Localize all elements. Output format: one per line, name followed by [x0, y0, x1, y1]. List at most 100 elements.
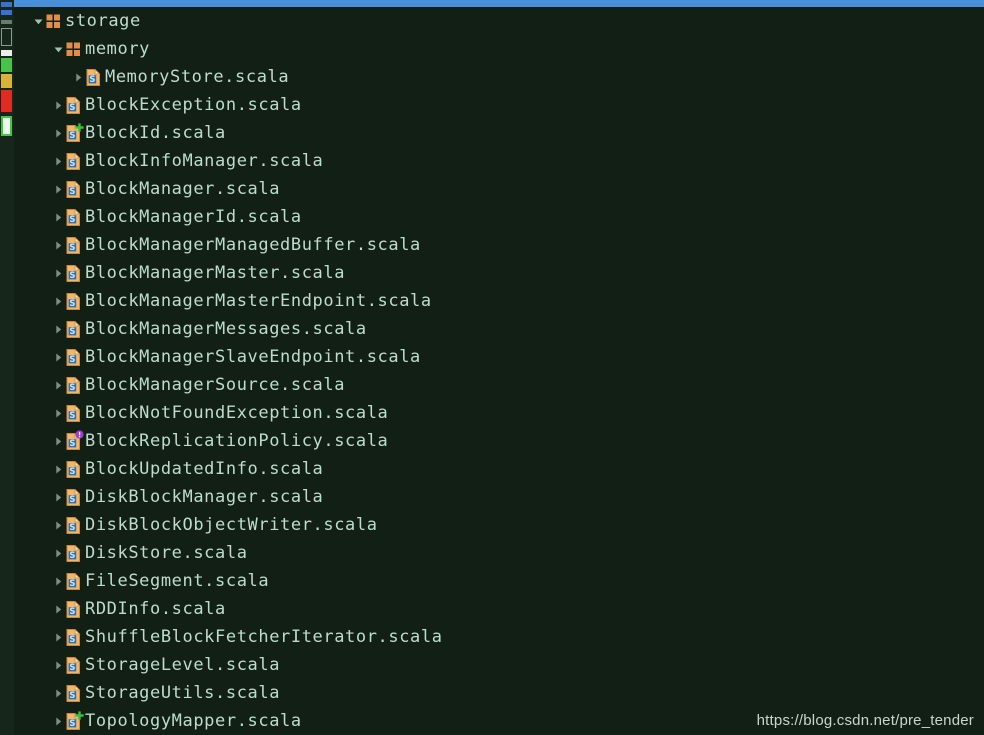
tree-row[interactable]: S DiskBlockObjectWriter.scala [14, 511, 984, 539]
tree-row[interactable]: S ShuffleBlockFetcherIterator.scala [14, 623, 984, 651]
tree-row[interactable]: S BlockManager.scala [14, 175, 984, 203]
tree-row[interactable]: S BlockManagerSource.scala [14, 371, 984, 399]
chevron-right-icon[interactable] [70, 63, 86, 91]
marker-green-2[interactable] [1, 116, 12, 136]
scala-file-icon: S [66, 231, 84, 259]
tree-row-label: BlockManagerMessages.scala [85, 319, 367, 339]
tree-row-label: TopologyMapper.scala [85, 711, 302, 731]
tree-row[interactable]: S DiskStore.scala [14, 539, 984, 567]
chevron-right-icon[interactable] [50, 427, 66, 455]
marker-blue-2[interactable] [1, 10, 12, 15]
tree-row-label: BlockManagerMaster.scala [85, 263, 346, 283]
marker-blue-1[interactable] [1, 2, 12, 7]
tree-row[interactable]: S StorageLevel.scala [14, 651, 984, 679]
tree-row[interactable]: S StorageUtils.scala [14, 679, 984, 707]
tree-row[interactable]: S RDDInfo.scala [14, 595, 984, 623]
marker-red-1[interactable] [1, 90, 12, 112]
svg-text:S: S [69, 242, 75, 252]
chevron-right-icon[interactable] [50, 315, 66, 343]
tree-row[interactable]: S BlockUpdatedInfo.scala [14, 455, 984, 483]
scala-file-icon: S [66, 287, 84, 315]
svg-text:S: S [69, 438, 75, 448]
chevron-right-icon[interactable] [50, 175, 66, 203]
chevron-right-icon[interactable] [50, 343, 66, 371]
marker-white-1[interactable] [1, 50, 12, 56]
marker-amber-1[interactable] [1, 74, 12, 88]
marker-gray-1[interactable] [1, 20, 12, 24]
chevron-right-icon[interactable] [50, 231, 66, 259]
scala-file-icon: S [66, 623, 84, 651]
chevron-right-icon[interactable] [50, 595, 66, 623]
scala-file-icon: S [66, 259, 84, 287]
tree-row[interactable]: S BlockException.scala [14, 91, 984, 119]
vcs-marker-gutter[interactable] [0, 0, 14, 735]
chevron-right-icon[interactable] [50, 119, 66, 147]
tree-row[interactable]: memory [14, 35, 984, 63]
scala-file-icon: S [66, 203, 84, 231]
svg-text:S: S [69, 634, 75, 644]
tree-row[interactable]: S BlockInfoManager.scala [14, 147, 984, 175]
chevron-right-icon[interactable] [50, 371, 66, 399]
chevron-right-icon[interactable] [50, 399, 66, 427]
chevron-right-icon[interactable] [50, 287, 66, 315]
chevron-right-icon[interactable] [50, 651, 66, 679]
tree-row[interactable]: storage [14, 7, 984, 35]
tree-row[interactable]: S BlockManagerId.scala [14, 203, 984, 231]
scala-file-icon: S [66, 343, 84, 371]
tree-row-label: ShuffleBlockFetcherIterator.scala [85, 627, 443, 647]
tree-row[interactable]: S BlockManagerSlaveEndpoint.scala [14, 343, 984, 371]
chevron-down-icon[interactable] [50, 35, 66, 63]
tree-row[interactable]: S BlockManagerMaster.scala [14, 259, 984, 287]
scala-file-icon: S [66, 147, 84, 175]
tree-row-label: BlockNotFoundException.scala [85, 403, 389, 423]
tree-row-label: DiskBlockObjectWriter.scala [85, 515, 378, 535]
tree-row[interactable]: S DiskBlockManager.scala [14, 483, 984, 511]
svg-text:S: S [69, 578, 75, 588]
tree-row[interactable]: S BlockReplicationPolicy.scala [14, 427, 984, 455]
tree-row[interactable]: S BlockId.scala [14, 119, 984, 147]
scala-file-icon: S [86, 63, 104, 91]
chevron-right-icon[interactable] [50, 707, 66, 735]
chevron-down-icon[interactable] [30, 7, 46, 35]
tree-row[interactable]: S FileSegment.scala [14, 567, 984, 595]
tree-row-label: BlockId.scala [85, 123, 226, 143]
marker-outline-1[interactable] [1, 28, 12, 46]
tree-row-label: BlockException.scala [85, 95, 302, 115]
chevron-right-icon[interactable] [50, 259, 66, 287]
tree-row-label: DiskBlockManager.scala [85, 487, 324, 507]
chevron-right-icon[interactable] [50, 203, 66, 231]
svg-text:S: S [69, 354, 75, 364]
chevron-right-icon[interactable] [50, 483, 66, 511]
tree-row-label: BlockInfoManager.scala [85, 151, 324, 171]
chevron-right-icon[interactable] [50, 623, 66, 651]
project-file-tree[interactable]: storage memory S MemoryStore.scala S BlockExc… [14, 7, 984, 735]
tree-row[interactable]: S BlockNotFoundException.scala [14, 399, 984, 427]
scala-file-icon: S [66, 511, 84, 539]
tree-row[interactable]: S BlockManagerMasterEndpoint.scala [14, 287, 984, 315]
tree-row-label: MemoryStore.scala [105, 67, 290, 87]
chevron-right-icon[interactable] [50, 511, 66, 539]
tree-row-label: DiskStore.scala [85, 543, 248, 563]
tree-row-label: BlockReplicationPolicy.scala [85, 431, 389, 451]
tree-row[interactable]: S BlockManagerManagedBuffer.scala [14, 231, 984, 259]
tree-row[interactable]: S MemoryStore.scala [14, 63, 984, 91]
chevron-right-icon[interactable] [50, 679, 66, 707]
chevron-right-icon[interactable] [50, 567, 66, 595]
tree-row-label: BlockManagerManagedBuffer.scala [85, 235, 421, 255]
chevron-right-icon[interactable] [50, 455, 66, 483]
scala-file-icon: S [66, 399, 84, 427]
chevron-right-icon[interactable] [50, 147, 66, 175]
chevron-right-icon[interactable] [50, 539, 66, 567]
tree-row[interactable]: S BlockManagerMessages.scala [14, 315, 984, 343]
scala-file-icon: S [66, 315, 84, 343]
marker-green-1[interactable] [1, 58, 12, 72]
chevron-right-icon[interactable] [50, 91, 66, 119]
